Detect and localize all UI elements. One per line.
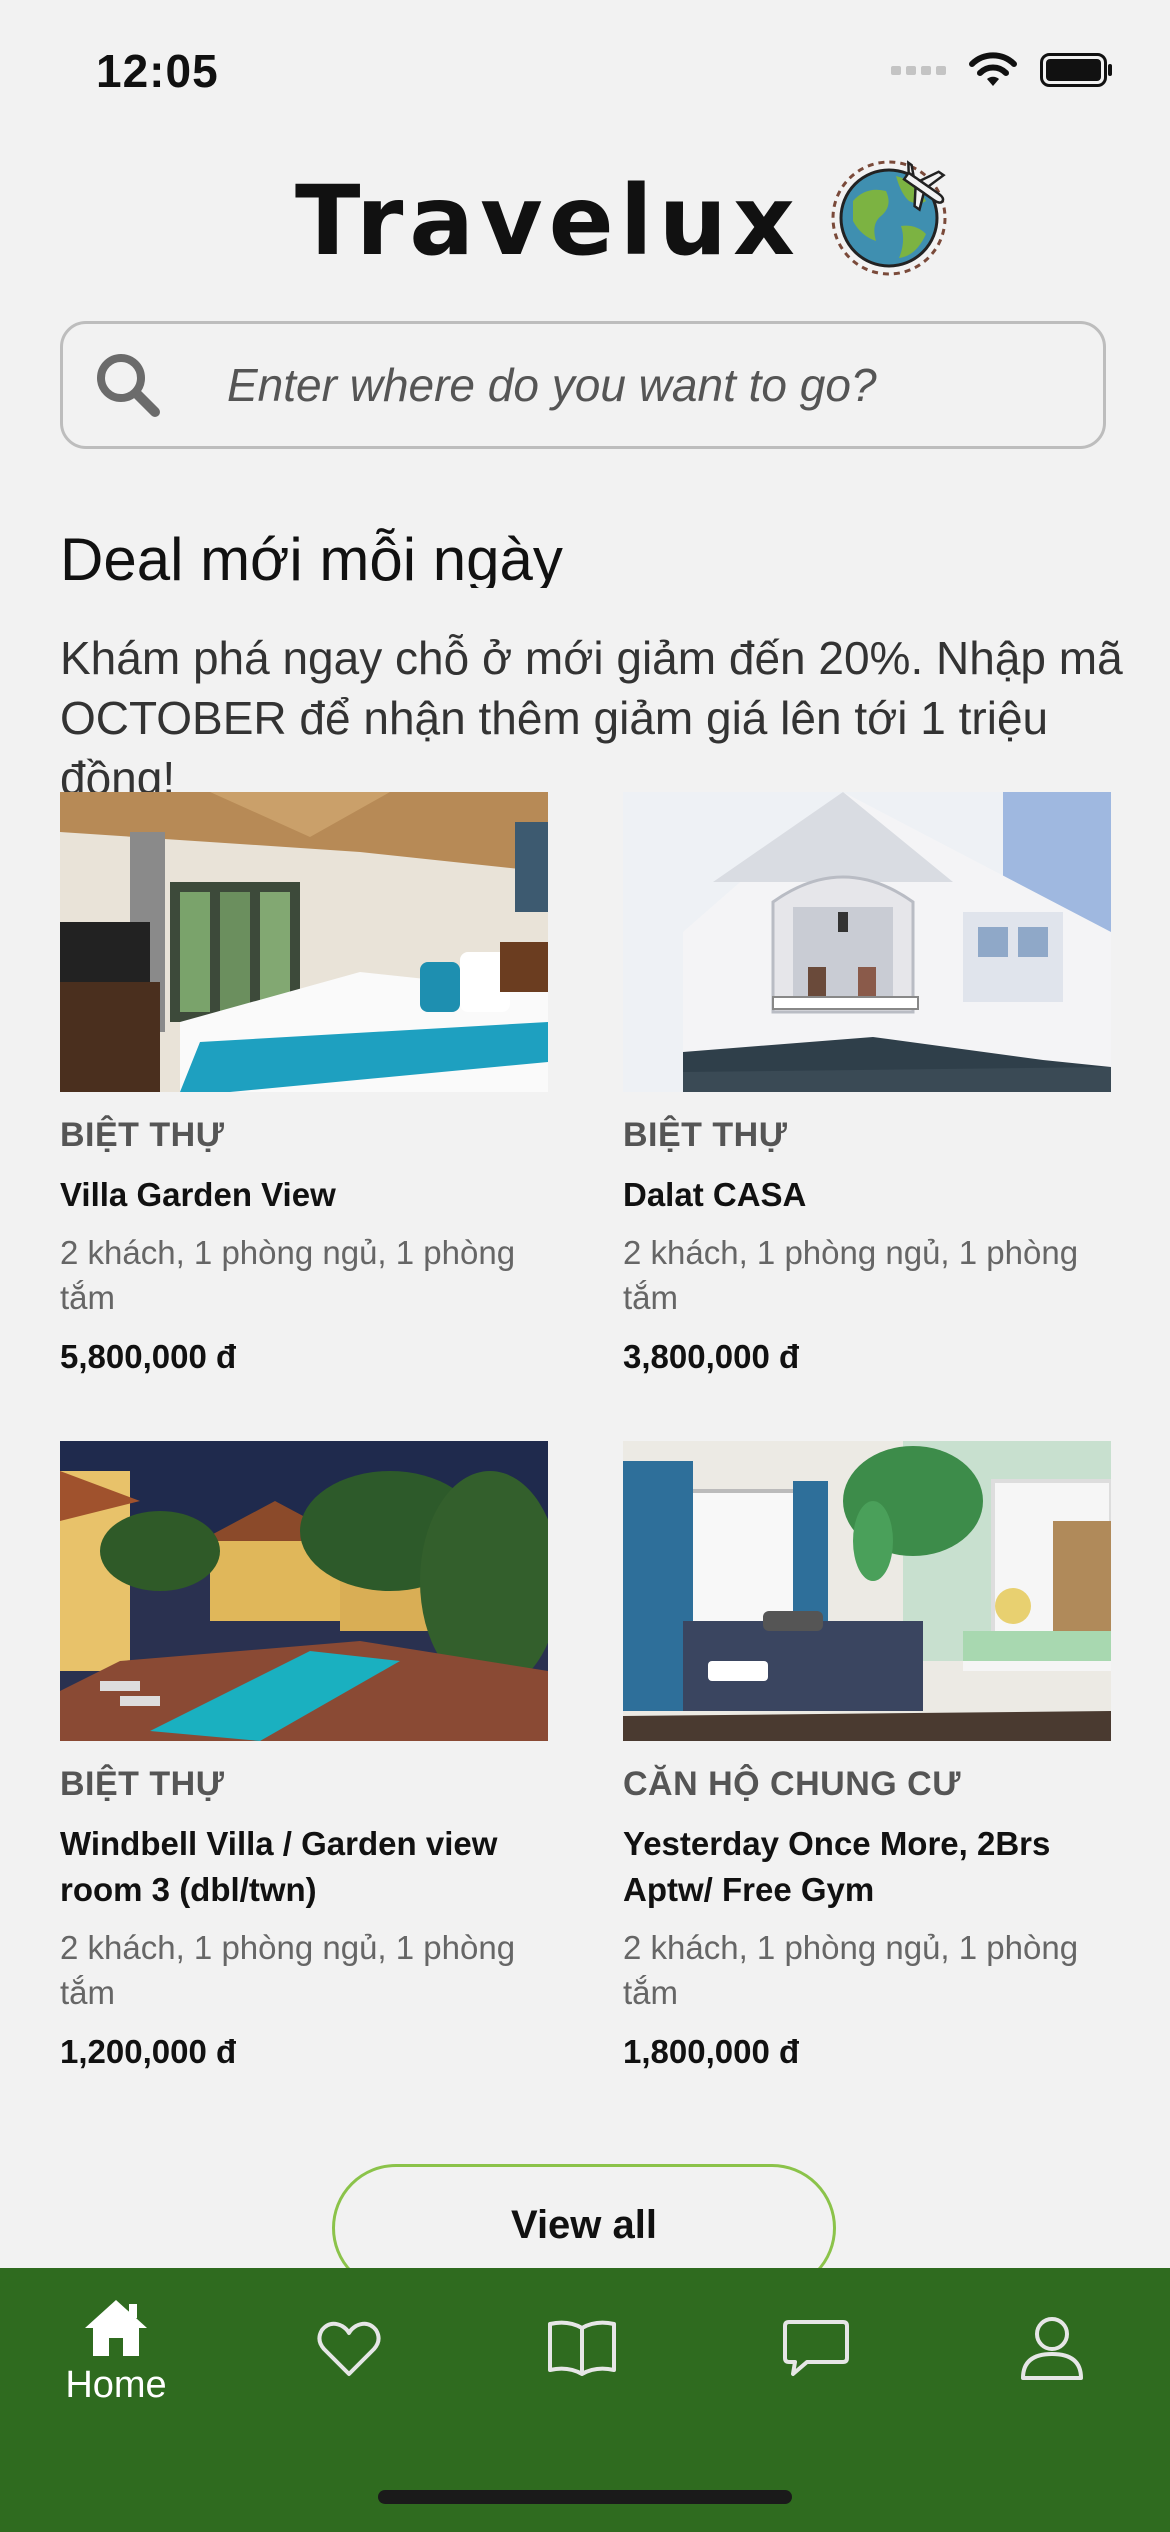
status-time: 12:05	[96, 45, 219, 97]
listing-type: BIỆT THỰ	[60, 1116, 225, 1154]
heart-icon	[317, 2321, 381, 2376]
listing-price: 5,800,000 đ	[60, 1338, 237, 1375]
listing-photo[interactable]	[623, 792, 1111, 1092]
search-bar[interactable]	[60, 321, 1106, 449]
nav-item-messages[interactable]	[726, 2296, 906, 2380]
listing-details: 2 khách, 1 phòng ngủ, 1 phòng tắm	[60, 1234, 516, 1316]
book-icon	[548, 2320, 616, 2376]
nav-item-profile[interactable]	[962, 2296, 1142, 2384]
listing-price: 3,800,000 đ	[623, 1338, 800, 1375]
listing-photo[interactable]	[60, 1441, 548, 1741]
search-input[interactable]	[225, 357, 1029, 413]
home-icon	[85, 2300, 147, 2356]
listing-card[interactable]: BIỆT THỰ Windbell Villa / Garden view ro…	[60, 1441, 548, 2075]
listing-type: BIỆT THỰ	[623, 1116, 788, 1154]
listing-name[interactable]: Dalat CASA	[623, 1172, 1111, 1218]
listing-name[interactable]: Yesterday Once More, 2Brs Aptw/ Free Gym	[623, 1821, 1111, 1913]
battery-icon	[1040, 53, 1114, 87]
listing-type: CĂN HỘ CHUNG CƯ	[623, 1765, 961, 1803]
listing-card[interactable]: BIỆT THỰ Villa Garden View 2 khách, 1 ph…	[60, 792, 548, 1380]
listing-details: 2 khách, 1 phòng ngủ, 1 phòng tắm	[623, 1929, 1079, 2011]
section-title: Deal mới mỗi ngày	[60, 526, 563, 588]
listing-price: 1,200,000 đ	[60, 2033, 237, 2070]
home-indicator	[378, 2490, 792, 2504]
nav-label-home: Home	[65, 2364, 167, 2406]
chat-icon	[783, 2320, 849, 2376]
listing-details: 2 khách, 1 phòng ngủ, 1 phòng tắm	[623, 1234, 1079, 1316]
listing-type: BIỆT THỰ	[60, 1765, 225, 1803]
brand-header: Travelux	[295, 160, 961, 281]
nav-item-home[interactable]: Home	[26, 2296, 206, 2407]
listing-name[interactable]: Windbell Villa / Garden view room 3 (dbl…	[60, 1821, 548, 1913]
signal-icon	[891, 65, 946, 75]
listing-photo[interactable]	[623, 1441, 1111, 1741]
nav-item-bookings[interactable]	[492, 2296, 672, 2380]
wifi-icon	[968, 52, 1018, 88]
app-title: Travelux	[295, 164, 801, 277]
listing-details: 2 khách, 1 phòng ngủ, 1 phòng tắm	[60, 1929, 516, 2011]
nav-item-favorites[interactable]	[259, 2296, 439, 2380]
listing-card[interactable]: CĂN HỘ CHUNG CƯ Yesterday Once More, 2Br…	[623, 1441, 1111, 2075]
listing-card[interactable]: BIỆT THỰ Dalat CASA 2 khách, 1 phòng ngủ…	[623, 792, 1111, 1380]
listing-photo[interactable]	[60, 792, 548, 1092]
globe-plane-logo-icon	[831, 146, 961, 281]
status-icons	[891, 52, 1114, 88]
search-icon	[97, 354, 160, 417]
listing-price: 1,800,000 đ	[623, 2033, 800, 2070]
profile-icon	[1021, 2317, 1083, 2380]
listing-name[interactable]: Villa Garden View	[60, 1172, 548, 1218]
section-description: Khám phá ngay chỗ ở mới giảm đến 20%. Nh…	[60, 632, 1123, 804]
